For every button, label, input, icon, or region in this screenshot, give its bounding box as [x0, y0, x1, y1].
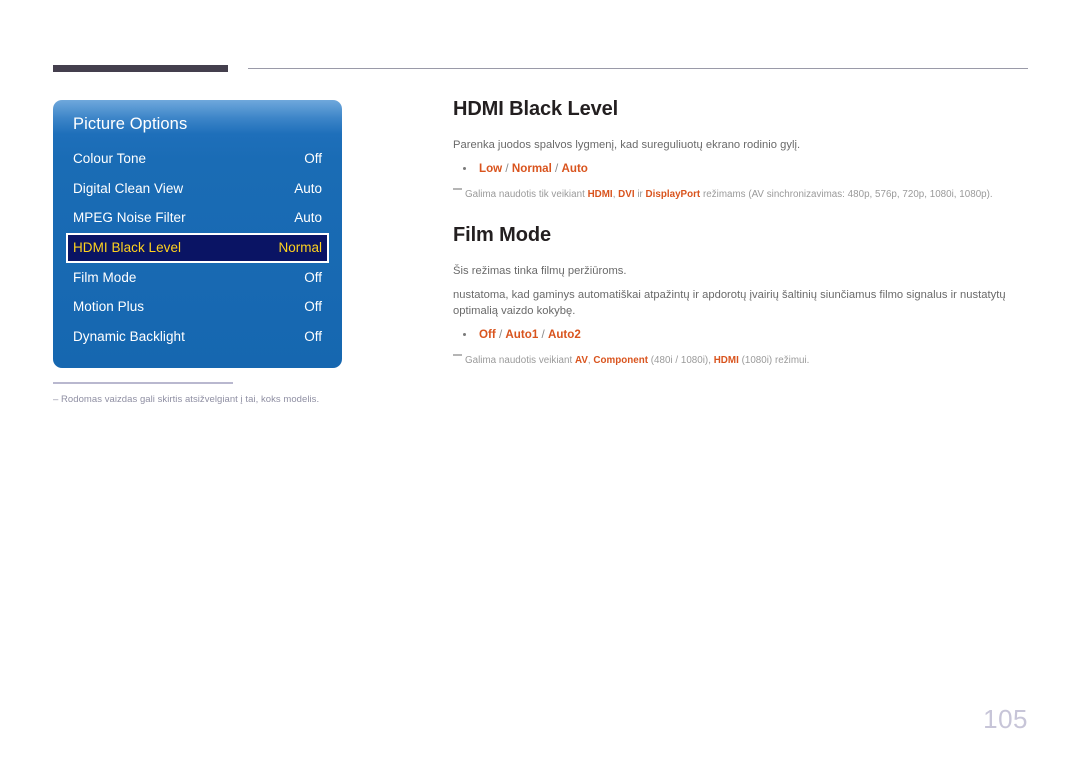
osd-item-digital-clean-view[interactable]: Digital Clean View Auto	[66, 174, 329, 204]
footnote-text: Rodomas vaizdas gali skirtis atsižvelgia…	[61, 394, 320, 405]
page-number: 105	[983, 704, 1028, 734]
hdmi-black-level-note: Galima naudotis tik veikiant HDMI, DVI i…	[453, 187, 1013, 202]
section-title-hdmi-black-level: HDMI Black Level	[453, 98, 619, 120]
osd-item-film-mode[interactable]: Film Mode Off	[66, 263, 329, 293]
osd-item-value: Normal	[278, 239, 322, 255]
hdmi-black-level-options: Low / Normal / Auto	[453, 161, 1013, 177]
film-mode-note: Galima naudotis veikiant AV, Component (…	[453, 353, 1013, 368]
header-accent-bar	[53, 65, 228, 72]
content-column: HDMI Black Level Parenka juodos spalvos …	[453, 98, 1013, 368]
osd-item-value: Auto	[294, 210, 322, 225]
osd-item-hdmi-black-level[interactable]: HDMI Black Level Normal	[66, 232, 329, 263]
note-hdmi: HDMI	[587, 189, 613, 200]
option-low: Low	[479, 162, 503, 175]
osd-item-dynamic-backlight[interactable]: Dynamic Backlight Off	[66, 322, 329, 352]
note-displayport: DisplayPort	[645, 189, 701, 200]
bullet-dot-icon	[463, 333, 466, 336]
bullet-dot-icon	[463, 167, 466, 170]
note-component: Component	[593, 355, 648, 366]
osd-item-value: Auto	[294, 180, 322, 196]
option-auto2: Auto2	[547, 328, 581, 341]
note-mid2: (480i / 1080i),	[648, 355, 714, 366]
note-pre: Galima naudotis veikiant	[465, 355, 575, 366]
osd-item-motion-plus[interactable]: Motion Plus Off	[66, 292, 329, 322]
option-auto: Auto	[561, 162, 588, 175]
note-post: režimams (AV sinchronizavimas: 480p, 576…	[700, 189, 993, 200]
osd-item-label: MPEG Noise Filter	[73, 210, 186, 225]
osd-item-label: Dynamic Backlight	[73, 328, 185, 344]
section-title-film-mode: Film Mode	[453, 224, 551, 246]
footnote-divider	[53, 382, 233, 384]
note-av: AV	[574, 355, 588, 366]
osd-item-colour-tone[interactable]: Colour Tone Off	[66, 144, 329, 174]
osd-item-value: Off	[304, 328, 322, 344]
note-dash-icon	[453, 188, 462, 190]
osd-item-label: Digital Clean View	[73, 180, 184, 196]
osd-item-value: Off	[304, 151, 322, 166]
footnote-dash-icon: –	[53, 394, 59, 405]
osd-item-value: Off	[304, 269, 322, 285]
osd-item-mpeg-noise-filter[interactable]: MPEG Noise Filter Auto	[66, 203, 329, 233]
osd-menu-list: Colour Tone Off Digital Clean View Auto …	[53, 144, 342, 351]
film-mode-options: Off / Auto1 / Auto2	[453, 327, 1013, 343]
osd-picture-options-panel: Picture Options Colour Tone Off Digital …	[53, 100, 342, 368]
osd-item-label: Colour Tone	[73, 151, 147, 166]
osd-item-value: Off	[304, 299, 322, 314]
note-dash-icon	[453, 354, 462, 356]
option-off: Off	[479, 328, 496, 341]
osd-panel-title: Picture Options	[73, 115, 188, 133]
header-rule	[248, 68, 1028, 69]
note-dvi: DVI	[618, 189, 635, 200]
film-mode-description-2: nustatoma, kad gaminys automatiškai atpa…	[453, 289, 1006, 317]
osd-footnote: – Rodomas vaizdas gali skirtis atsižvelgi…	[53, 394, 473, 405]
osd-item-label: Motion Plus	[73, 299, 145, 314]
note-mid2: ir	[634, 189, 646, 200]
film-mode-description-1: Šis režimas tinka filmų peržiūroms.	[453, 265, 627, 277]
option-normal: Normal	[511, 162, 552, 175]
note-hdmi: HDMI	[713, 355, 739, 366]
note-pre: Galima naudotis tik veikiant	[465, 189, 588, 200]
note-post: (1080i) režimui.	[738, 355, 810, 366]
hdmi-black-level-description: Parenka juodos spalvos lygmenį, kad sure…	[453, 139, 801, 151]
osd-item-label: HDMI Black Level	[73, 239, 182, 255]
option-auto1: Auto1	[505, 328, 539, 341]
osd-item-label: Film Mode	[73, 269, 137, 285]
